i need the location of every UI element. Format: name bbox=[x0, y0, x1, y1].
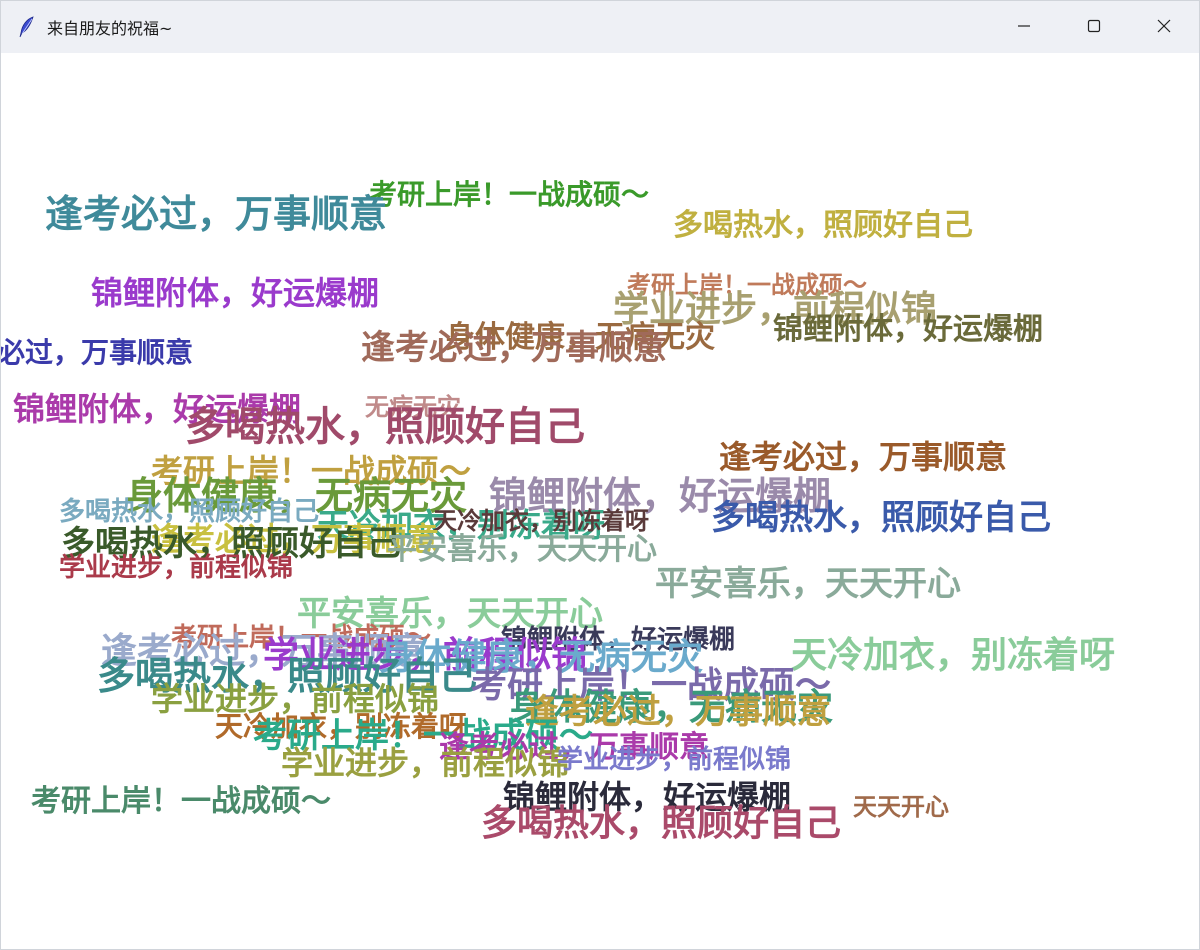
blessing-text: 学业进步，前程似锦 bbox=[281, 744, 570, 782]
app-window: 来自朋友的祝福~ 考研上岸！一战成硕～ 逢考必过，万事顺意 多喝热水，照顾好自己 bbox=[0, 0, 1200, 950]
blessing-text: 天天开心 bbox=[853, 792, 949, 821]
blessing-text: 逢考必过，万事顺意 bbox=[719, 438, 1008, 476]
maximize-icon bbox=[1087, 18, 1101, 37]
window-title: 来自朋友的祝福~ bbox=[47, 19, 173, 38]
blessing-text: 天冷加衣，别冻着呀 bbox=[791, 634, 1116, 676]
blessing-text: 平安喜乐，天天开心 bbox=[387, 532, 657, 567]
blessing-text: 平安喜乐，天天开心 bbox=[655, 564, 961, 604]
minimize-button[interactable] bbox=[989, 1, 1059, 53]
blessing-text: 多喝热水，照顾好自己 bbox=[711, 498, 1051, 538]
blessing-text: 多喝热水，照顾好自己 bbox=[481, 802, 842, 844]
blessing-canvas: 考研上岸！一战成硕～ 逢考必过，万事顺意 多喝热水，照顾好自己 锦鲤附体，好运爆… bbox=[1, 53, 1199, 949]
window-controls bbox=[989, 1, 1199, 53]
blessing-text: 考研上岸！一战成硕～ bbox=[31, 784, 331, 819]
blessing-text: 多喝热水，照顾好自己 bbox=[185, 403, 585, 450]
maximize-button[interactable] bbox=[1059, 1, 1129, 53]
blessing-text: 学业进步，前程似锦 bbox=[557, 745, 792, 775]
minimize-icon bbox=[1017, 18, 1031, 37]
blessing-text: 逢考必过，万事顺意 bbox=[361, 328, 667, 368]
blessing-text: 逢考必过，万事顺意 bbox=[45, 191, 388, 236]
close-icon bbox=[1157, 18, 1171, 37]
blessing-text: 天冷加衣，别冻着呀 bbox=[433, 506, 649, 535]
blessing-text: 考研上岸！一战成硕～ bbox=[369, 178, 650, 211]
close-button[interactable] bbox=[1129, 1, 1199, 53]
blessing-text: 锦鲤附体，好运爆棚 bbox=[91, 274, 380, 312]
blessing-text: 锦鲤附体，好运爆棚 bbox=[773, 312, 1043, 347]
feather-icon bbox=[15, 15, 39, 39]
blessing-text: 逢考必过，万事顺意 bbox=[1, 336, 194, 369]
blessing-text: 学业进步，前程似锦 bbox=[59, 553, 294, 583]
blessing-text: 多喝热水，照顾好自己 bbox=[673, 208, 973, 243]
title-bar[interactable]: 来自朋友的祝福~ bbox=[1, 1, 1199, 53]
